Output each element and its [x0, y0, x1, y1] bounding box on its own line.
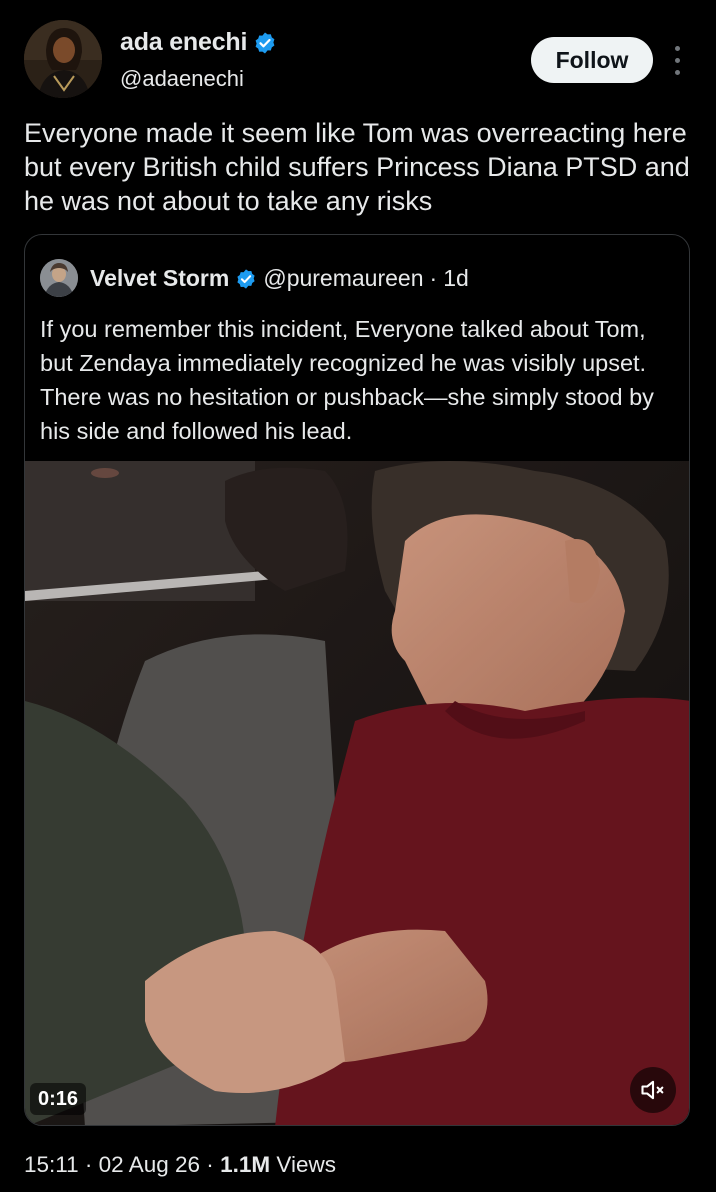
verified-badge-icon — [237, 268, 255, 289]
video-timer: 0:16 — [30, 1083, 87, 1115]
quoted-author-avatar — [40, 259, 78, 297]
dot-separator: · — [84, 1152, 93, 1177]
views-label: Views — [276, 1152, 336, 1177]
quoted-tweet[interactable]: Velvet Storm @puremaureen · 1d If you re… — [24, 234, 690, 1126]
quoted-author-row: Velvet Storm @puremaureen · 1d — [90, 265, 469, 292]
quoted-author-handle: @puremaureen — [263, 265, 424, 291]
tweet-text: Everyone made it seem like Tom was overr… — [24, 118, 690, 216]
verified-badge-icon — [255, 32, 275, 53]
quoted-post-age: 1d — [443, 265, 469, 291]
mute-icon[interactable] — [630, 1067, 676, 1113]
post-date[interactable]: 02 Aug 26 — [99, 1152, 200, 1177]
dot-separator: · — [429, 265, 438, 291]
author-handle[interactable]: @adaenechi — [120, 66, 244, 92]
more-options-icon[interactable] — [666, 42, 688, 78]
tweet-header: ada enechi @adaenechi Follow — [0, 0, 716, 110]
dot-separator: · — [206, 1152, 214, 1177]
author-avatar[interactable] — [24, 20, 102, 98]
follow-button[interactable]: Follow — [531, 37, 653, 83]
author-name[interactable]: ada enechi — [120, 28, 247, 57]
tweet-meta: 15:11 · 02 Aug 26 · 1.1M Views — [24, 1152, 336, 1178]
video-player[interactable] — [25, 461, 689, 1125]
video-frame — [25, 461, 689, 1125]
post-time[interactable]: 15:11 — [24, 1152, 79, 1177]
quoted-author-name: Velvet Storm — [90, 265, 230, 291]
views-count: 1.1M — [220, 1152, 271, 1177]
quoted-tweet-text: If you remember this incident, Everyone … — [40, 316, 654, 444]
author-name-row[interactable]: ada enechi — [120, 28, 277, 57]
